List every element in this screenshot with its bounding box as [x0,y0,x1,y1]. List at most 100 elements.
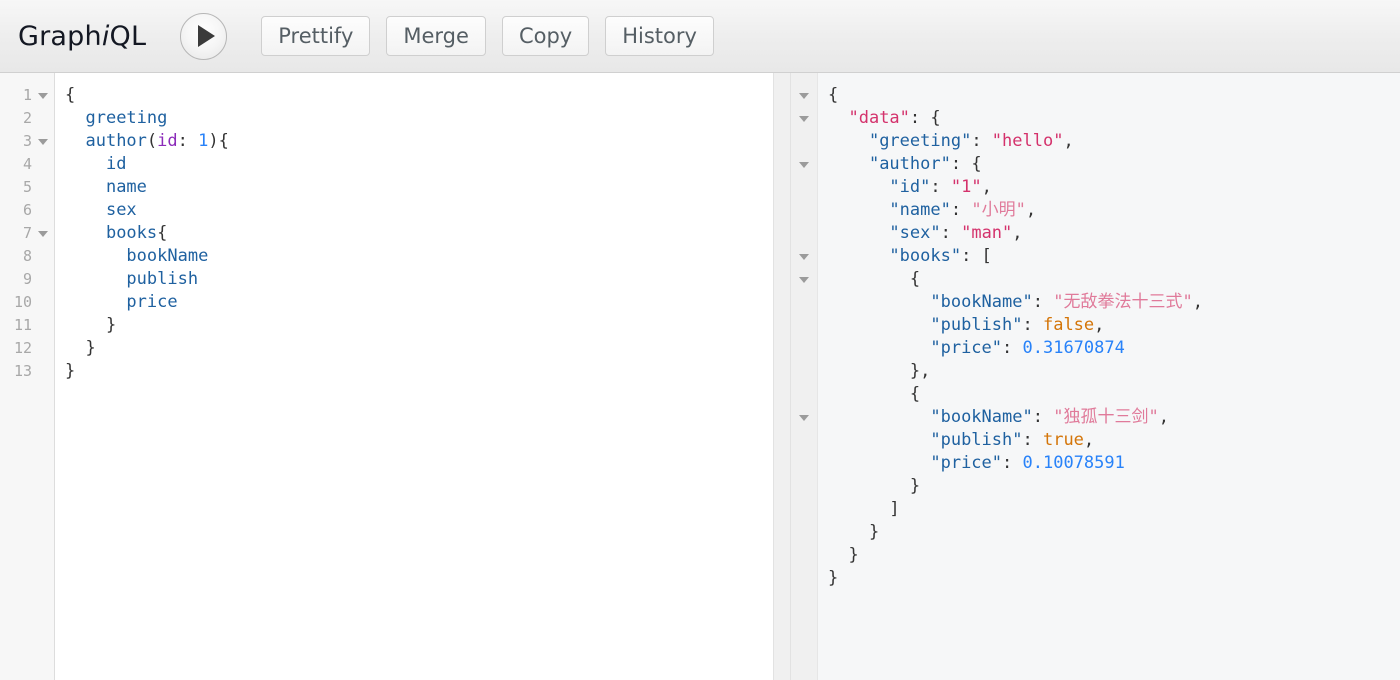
gutter-line: 10 [0,291,54,314]
code-token: sex [105,200,137,220]
code-token: id [157,131,178,151]
gutter-line: 12 [0,337,54,360]
code-line: "id": "1", [828,176,1400,199]
code-token: "bookName" [930,292,1033,312]
result-fold-gutter[interactable] [791,73,818,680]
code-token: 1 [198,131,209,151]
gutter-line [791,199,817,222]
line-number: 9 [22,270,32,288]
code-token: : [930,177,951,197]
code-token: "data" [848,108,910,128]
code-line: } [828,544,1400,567]
gutter-line [791,153,817,176]
code-line: bookName [65,245,773,268]
query-editor-code[interactable]: { greeting author(id: 1){ id name sex bo… [55,73,773,680]
code-token: : [1002,453,1023,473]
fold-toggle-icon[interactable] [38,138,48,145]
gutter-line [791,475,817,498]
result-viewer-pane[interactable]: { "data": { "greeting": "hello", "author… [791,73,1400,680]
code-token: ( [146,131,158,151]
code-token: , [981,177,992,197]
toolbar-button-group: Prettify Merge Copy History [261,16,714,56]
code-token: { [828,85,839,105]
query-line-number-gutter[interactable]: 1 2 3 4 5 6 7 8 9 10 11 12 13 [0,73,55,680]
code-token: , [1083,430,1095,450]
pane-resize-handle[interactable] [773,73,791,680]
line-number: 3 [22,132,32,150]
gutter-line [791,268,817,291]
code-line: { [828,383,1400,406]
fold-toggle-icon[interactable] [799,115,809,122]
code-token: : [1022,315,1043,335]
code-line: greeting [65,107,773,130]
code-token: : [940,223,962,243]
code-token: , [1192,292,1203,312]
code-token: , [1158,407,1169,427]
logo-suffix: QL [109,20,147,52]
code-line: "author": { [828,153,1400,176]
code-token: } [828,545,859,565]
history-button[interactable]: History [605,16,714,56]
code-token: id [105,154,127,174]
fold-toggle-icon[interactable] [38,230,48,237]
execute-query-button[interactable] [180,12,228,60]
query-editor-pane[interactable]: 1 2 3 4 5 6 7 8 9 10 11 12 13 { greeting author(id: … [0,73,773,680]
gutter-line [791,429,817,452]
code-line: books{ [65,222,773,245]
code-token: : [ [961,246,992,266]
code-token: "greeting" [868,131,972,151]
copy-button[interactable]: Copy [501,16,590,56]
code-token: books [105,223,158,243]
merge-button[interactable]: Merge [386,16,486,56]
code-token: "man" [961,223,1013,243]
gutter-line [791,245,817,268]
code-line: name [65,176,773,199]
gutter-line [791,222,817,245]
fold-toggle-icon[interactable] [799,253,809,260]
code-line: "price": 0.31670874 [828,337,1400,360]
fold-toggle-icon[interactable] [38,92,48,99]
code-token: name [105,177,147,197]
gutter-line: 5 [0,176,54,199]
code-line: author(id: 1){ [65,130,773,153]
code-token: } [828,568,839,588]
fold-toggle-icon[interactable] [799,276,809,283]
prettify-button[interactable]: Prettify [261,16,371,56]
line-number: 1 [22,86,32,104]
graphiql-app: GraphiQL Prettify Merge Copy History 123456… [0,0,1400,680]
toolbar: GraphiQL Prettify Merge Copy History [0,0,1400,73]
fold-toggle-icon[interactable] [799,161,809,168]
gutter-line: 3 [0,130,54,153]
logo-prefix: Graph [18,20,102,52]
gutter-line [791,337,817,360]
fold-toggle-icon[interactable] [799,414,809,421]
gutter-line [791,498,817,521]
code-line: "publish": false, [828,314,1400,337]
gutter-line [791,521,817,544]
line-number: 12 [13,339,32,357]
line-number: 13 [13,362,32,380]
code-token: "独孤十三剑" [1053,407,1159,427]
fold-toggle-icon[interactable] [799,92,809,99]
code-token: : { [950,154,982,174]
line-number: 5 [22,178,32,196]
editor-panes: 1 2 3 4 5 6 7 8 9 10 11 12 13 { greeting author(id: … [0,73,1400,680]
line-number: 6 [22,201,32,219]
code-line: "books": [ [828,245,1400,268]
code-token: "publish" [930,315,1023,335]
code-token: price [126,292,178,312]
gutter-line: 9 [0,268,54,291]
gutter-line: 11 [0,314,54,337]
code-token: : [1002,338,1023,358]
code-token: greeting [85,108,168,128]
